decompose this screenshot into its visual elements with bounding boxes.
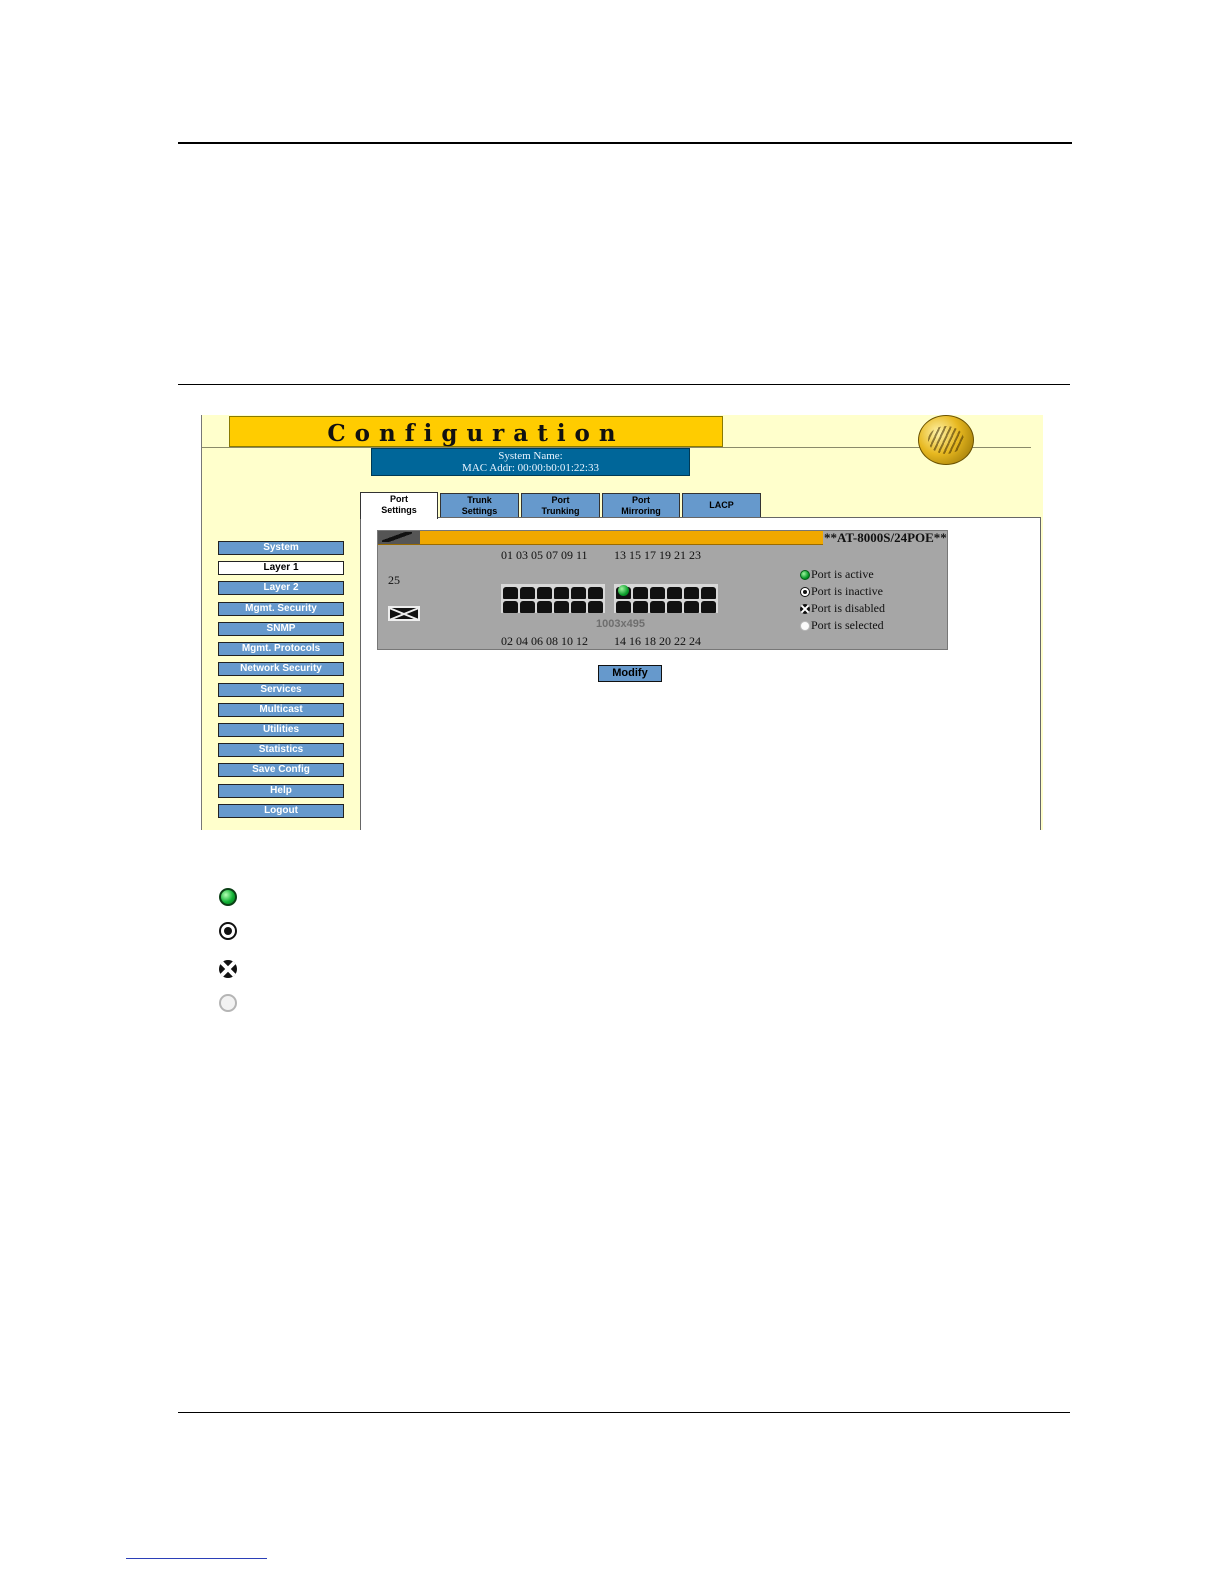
tab-label-line2: Trunking	[541, 506, 580, 516]
port-24[interactable]	[701, 601, 716, 613]
modify-button[interactable]: Modify	[598, 665, 662, 682]
port-04[interactable]	[520, 601, 535, 613]
port-08[interactable]	[554, 601, 569, 613]
port-12[interactable]	[588, 601, 603, 613]
port-disabled-icon	[800, 603, 810, 614]
mac-address-label: MAC Addr: 00:00:b0:01:22:33	[462, 462, 599, 474]
system-name-label: System Name:	[498, 450, 563, 462]
nav-system[interactable]: System	[218, 541, 344, 555]
footer-rule	[178, 1412, 1070, 1413]
nav-multicast[interactable]: Multicast	[218, 703, 344, 717]
panel-header-bar	[378, 531, 823, 545]
tab-label-line1: Trunk	[467, 495, 492, 505]
nav-layer-2[interactable]: Layer 2	[218, 581, 344, 595]
legend-inactive-label: Port is inactive	[811, 584, 883, 598]
legend-inactive: Port is inactive	[800, 584, 883, 599]
section-rule	[178, 384, 1070, 385]
uplink-port-number: 25	[388, 573, 400, 587]
tab-trunk-settings[interactable]: Trunk Settings	[440, 493, 519, 517]
switch-front-panel: **AT-8000S/24POE** 01 03 05 07 09 11 13 …	[377, 530, 948, 650]
port-block-right	[614, 584, 718, 613]
image-dimensions-watermark: 1003x495	[596, 618, 645, 630]
port-19[interactable]	[667, 587, 682, 599]
tab-label-line1: Port	[632, 495, 650, 505]
port-25-disabled-icon[interactable]	[388, 606, 420, 621]
port-block-left	[501, 584, 605, 613]
tab-port-trunking[interactable]: Port Trunking	[521, 493, 600, 517]
port-22[interactable]	[684, 601, 699, 613]
nav-utilities[interactable]: Utilities	[218, 723, 344, 737]
port-10[interactable]	[571, 601, 586, 613]
port-18[interactable]	[650, 601, 665, 613]
switch-model-label: **AT-8000S/24POE**	[824, 530, 947, 545]
port-numbers-top-right: 13 15 17 19 21 23	[614, 548, 701, 562]
port-20[interactable]	[667, 601, 682, 613]
tab-label-line2: Settings	[381, 505, 417, 515]
nav-save-config[interactable]: Save Config	[218, 763, 344, 777]
nav-mgmt-security[interactable]: Mgmt. Security	[218, 602, 344, 616]
port-07[interactable]	[554, 587, 569, 599]
port-23[interactable]	[701, 587, 716, 599]
tab-port-mirroring[interactable]: Port Mirroring	[602, 493, 680, 517]
nav-network-security[interactable]: Network Security	[218, 662, 344, 676]
port-disabled-large-icon	[219, 960, 237, 978]
port-13[interactable]	[616, 585, 631, 599]
nav-snmp[interactable]: SNMP	[218, 622, 344, 636]
port-02[interactable]	[503, 601, 518, 613]
nav-statistics[interactable]: Statistics	[218, 743, 344, 757]
nav-logout[interactable]: Logout	[218, 804, 344, 818]
legend-active-label: Port is active	[811, 567, 874, 581]
tab-port-settings[interactable]: Port Settings	[360, 492, 438, 519]
header-rule	[178, 142, 1072, 144]
port-11[interactable]	[588, 587, 603, 599]
footer-link-underline	[126, 1558, 267, 1559]
port-09[interactable]	[571, 587, 586, 599]
port-selected-icon	[800, 620, 810, 631]
brand-logo-icon	[378, 531, 420, 544]
port-16[interactable]	[633, 601, 648, 613]
port-01[interactable]	[503, 587, 518, 599]
configuration-screenshot: Configuration System Name: MAC Addr: 00:…	[201, 415, 1043, 830]
legend-disabled-label: Port is disabled	[811, 601, 885, 615]
tab-label-line1: LACP	[709, 500, 734, 510]
port-selected-large-icon	[219, 994, 237, 1012]
globe-logo-icon	[918, 415, 974, 465]
legend-selected-label: Port is selected	[811, 618, 884, 632]
port-17[interactable]	[650, 587, 665, 599]
nav-layer-1[interactable]: Layer 1	[218, 561, 344, 575]
page-title: Configuration	[327, 420, 625, 447]
nav-mgmt-protocols[interactable]: Mgmt. Protocols	[218, 642, 344, 656]
tab-label-line2: Settings	[461, 506, 498, 516]
port-14[interactable]	[616, 601, 631, 613]
port-05[interactable]	[537, 587, 552, 599]
system-info-box: System Name: MAC Addr: 00:00:b0:01:22:33	[371, 448, 690, 476]
nav-services[interactable]: Services	[218, 683, 344, 697]
port-inactive-icon	[800, 586, 810, 597]
tab-label-line1: Port	[390, 494, 408, 504]
port-numbers-top-left: 01 03 05 07 09 11	[501, 548, 588, 562]
tab-lacp[interactable]: LACP	[682, 493, 761, 517]
legend-selected: Port is selected	[800, 618, 884, 633]
port-inactive-large-icon	[219, 922, 237, 940]
port-15[interactable]	[633, 587, 648, 599]
port-06[interactable]	[537, 601, 552, 613]
nav-help[interactable]: Help	[218, 784, 344, 798]
port-numbers-bottom-right: 14 16 18 20 22 24	[614, 634, 701, 648]
configuration-banner: Configuration	[229, 416, 723, 447]
port-active-large-icon	[219, 888, 237, 906]
port-03[interactable]	[520, 587, 535, 599]
legend-active: Port is active	[800, 567, 874, 582]
port-21[interactable]	[684, 587, 699, 599]
port-active-icon	[800, 569, 810, 580]
tab-label-line2: Mirroring	[621, 506, 661, 516]
port-numbers-bottom-left: 02 04 06 08 10 12	[501, 634, 588, 648]
legend-disabled: Port is disabled	[800, 601, 885, 616]
tab-label-line1: Port	[551, 495, 570, 505]
